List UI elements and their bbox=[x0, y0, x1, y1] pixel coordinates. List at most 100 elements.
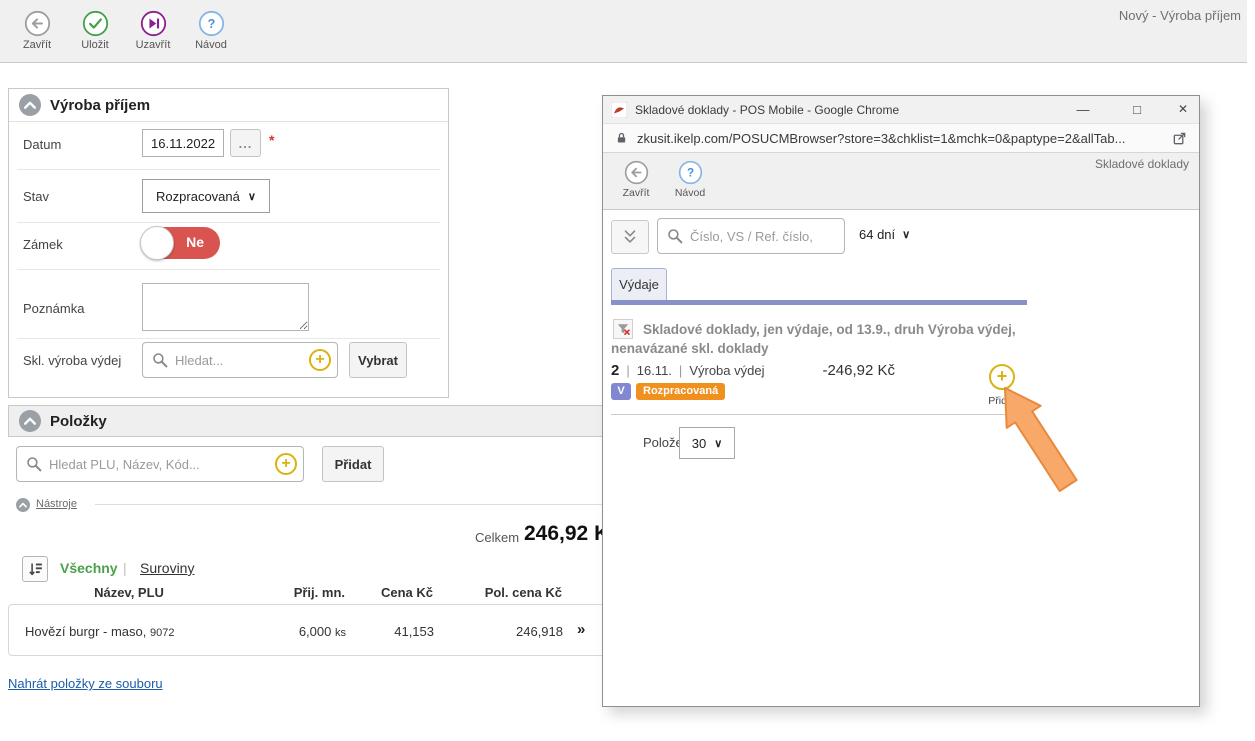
column-header-item-price: Pol. cena Kč bbox=[462, 585, 562, 600]
help-button-label: Návod bbox=[182, 39, 240, 51]
back-arrow-icon bbox=[624, 160, 649, 185]
popup-help-label: Návod bbox=[663, 187, 717, 199]
divider bbox=[611, 414, 1013, 415]
document-search-input[interactable] bbox=[690, 229, 838, 244]
window-close-button[interactable]: ✕ bbox=[1166, 96, 1200, 123]
period-value: 64 dní bbox=[859, 227, 895, 242]
save-button[interactable]: Uložit bbox=[66, 10, 124, 51]
per-page-select[interactable]: 30 ∨ bbox=[679, 427, 735, 459]
skip-end-icon bbox=[140, 10, 167, 37]
save-button-label: Uložit bbox=[66, 39, 124, 51]
question-icon: ? bbox=[198, 10, 225, 37]
popup-close-button[interactable]: Zavřít bbox=[609, 160, 663, 199]
production-issue-searchbox: + bbox=[142, 342, 338, 378]
search-icon bbox=[152, 352, 168, 368]
filter-note-line2: nenavázané skl. doklady bbox=[611, 341, 769, 356]
upload-items-link[interactable]: Nahrát položky ze souboru bbox=[8, 676, 163, 691]
document-date: 16.11. bbox=[637, 363, 672, 378]
check-icon bbox=[82, 10, 109, 37]
filter-note-line1: Skladové doklady, jen výdaje, od 13.9., … bbox=[643, 322, 1016, 337]
finalize-button[interactable]: Uzavřít bbox=[124, 10, 182, 51]
items-search-input[interactable] bbox=[49, 457, 268, 472]
tools-collapse-icon[interactable] bbox=[16, 498, 30, 512]
finalize-button-label: Uzavřít bbox=[124, 39, 182, 51]
note-label: Poznámka bbox=[23, 301, 84, 316]
close-button[interactable]: Zavřít bbox=[8, 10, 66, 51]
separator: | bbox=[626, 363, 629, 378]
chrome-popup-window: Skladové doklady - POS Mobile - Google C… bbox=[602, 95, 1200, 707]
lock-label: Zámek bbox=[23, 237, 63, 252]
expand-row-icon[interactable]: » bbox=[577, 621, 585, 638]
item-plu: 9072 bbox=[150, 627, 174, 639]
document-amount: -246,92 Kč bbox=[753, 362, 895, 379]
back-arrow-icon bbox=[24, 10, 51, 37]
date-label: Datum bbox=[23, 137, 61, 152]
status-label: Stav bbox=[23, 189, 49, 204]
chevron-down-icon: ∨ bbox=[248, 190, 256, 203]
page-title: Nový - Výroba příjem bbox=[1119, 8, 1241, 23]
remove-filter-icon[interactable] bbox=[613, 319, 633, 339]
total-label: Celkem bbox=[475, 530, 519, 545]
period-select[interactable]: 64 dní ∨ bbox=[859, 227, 910, 242]
chevron-down-icon: ∨ bbox=[902, 228, 910, 241]
chevron-down-icon: ∨ bbox=[714, 437, 722, 450]
minimize-button[interactable]: — bbox=[1066, 96, 1100, 123]
tab-raw-materials[interactable]: Suroviny bbox=[140, 560, 194, 576]
date-picker-button[interactable]: ... bbox=[230, 129, 261, 157]
toggle-knob bbox=[140, 226, 174, 260]
lock-toggle-value: Ne bbox=[186, 234, 204, 250]
popup-help-button[interactable]: ? Návod bbox=[663, 160, 717, 199]
collapse-up-icon[interactable] bbox=[19, 94, 41, 116]
panel-title: Výroba příjem bbox=[50, 97, 150, 114]
item-row[interactable]: Hovězí burgr - maso, 9072 6,000 ks 41,15… bbox=[8, 604, 635, 656]
column-header-price: Cena Kč bbox=[353, 585, 433, 600]
item-price: 41,153 bbox=[354, 624, 434, 639]
tab-separator: | bbox=[123, 560, 127, 576]
column-header-name: Název, PLU bbox=[64, 585, 194, 600]
status-badge: Rozpracovaná bbox=[636, 383, 725, 400]
add-plus-icon[interactable]: + bbox=[275, 453, 297, 475]
tools-link[interactable]: Nástroje bbox=[36, 498, 77, 510]
popup-section-title: Skladové doklady bbox=[1095, 157, 1189, 171]
production-issue-label: Skl. výroba výdej bbox=[23, 353, 121, 368]
tab-underline bbox=[611, 300, 1027, 305]
address-bar[interactable]: zkusit.ikelp.com/POSUCMBrowser?store=3&c… bbox=[603, 124, 1199, 153]
svg-text:?: ? bbox=[686, 167, 693, 180]
issue-type-badge: V bbox=[611, 383, 631, 400]
open-in-new-icon[interactable] bbox=[1172, 131, 1187, 146]
lock-icon bbox=[615, 131, 628, 145]
lock-toggle[interactable]: Ne bbox=[142, 227, 220, 259]
select-document-button[interactable]: Vybrat bbox=[349, 342, 407, 378]
per-page-value: 30 bbox=[692, 436, 706, 451]
sort-button[interactable] bbox=[22, 556, 48, 582]
note-textarea[interactable] bbox=[142, 283, 309, 331]
add-plus-icon[interactable]: + bbox=[309, 349, 331, 371]
svg-text:?: ? bbox=[207, 17, 215, 31]
document-number: 2 bbox=[611, 362, 619, 379]
items-searchbox: + bbox=[16, 446, 304, 482]
date-input[interactable] bbox=[142, 129, 224, 157]
search-icon bbox=[26, 456, 42, 472]
pointer-arrow-annotation bbox=[993, 382, 1085, 500]
status-select[interactable]: Rozpracovaná ∨ bbox=[142, 179, 270, 213]
expand-filters-button[interactable] bbox=[611, 220, 649, 254]
chrome-tab-favicon bbox=[611, 102, 627, 118]
question-icon: ? bbox=[678, 160, 703, 185]
add-item-button[interactable]: Přidat bbox=[322, 446, 384, 482]
collapse-up-icon[interactable] bbox=[19, 410, 41, 432]
column-header-qty: Přij. mn. bbox=[255, 585, 345, 600]
production-issue-search-input[interactable] bbox=[175, 353, 302, 368]
help-button[interactable]: ? Návod bbox=[182, 10, 240, 51]
item-total-price: 246,918 bbox=[463, 624, 563, 639]
window-titlebar[interactable]: Skladové doklady - POS Mobile - Google C… bbox=[603, 96, 1199, 124]
item-qty: 6,000 bbox=[299, 624, 332, 639]
document-row[interactable]: 2 | 16.11. | Výroba výdej bbox=[611, 362, 764, 379]
document-searchbox bbox=[657, 218, 845, 254]
tab-all-items[interactable]: Všechny bbox=[60, 560, 118, 576]
required-asterisk: * bbox=[269, 132, 274, 148]
divider bbox=[95, 504, 632, 505]
maximize-button[interactable]: □ bbox=[1120, 96, 1154, 123]
items-section-title: Položky bbox=[50, 413, 107, 430]
popup-close-label: Zavřít bbox=[609, 187, 663, 199]
tab-expenses[interactable]: Výdaje bbox=[611, 268, 667, 300]
